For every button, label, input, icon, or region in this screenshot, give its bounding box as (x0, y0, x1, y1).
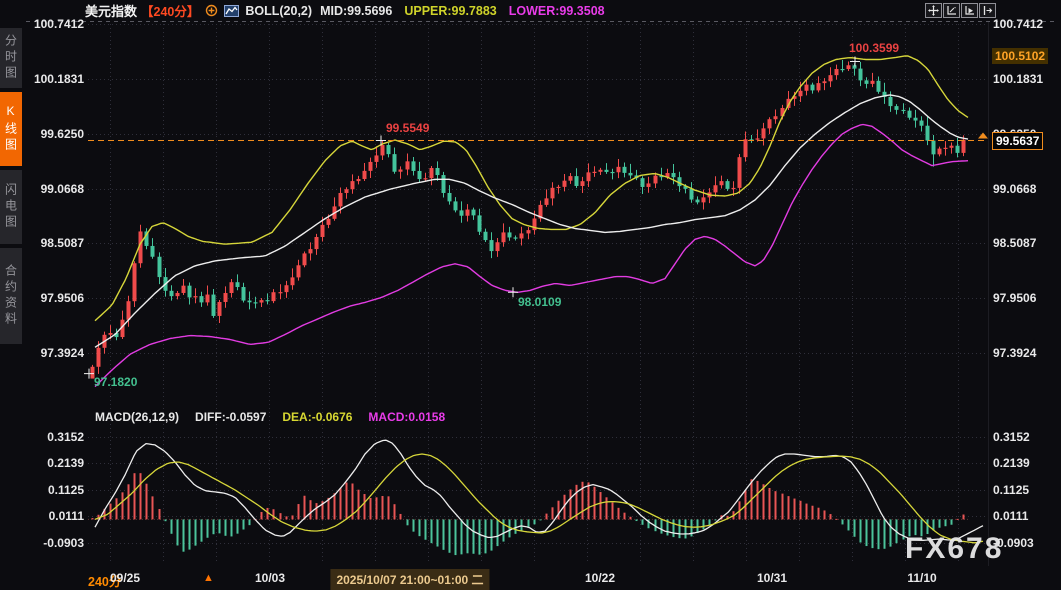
macd-hist-value: MACD:0.0158 (368, 410, 445, 424)
boll-lower-value: LOWER:99.3508 (509, 4, 605, 18)
axis-label: 100.1831 (993, 72, 1051, 86)
watermark-logo: FX678 (905, 532, 1003, 566)
highest-price-box: 100.5102 (992, 48, 1048, 64)
axis-label: 97.9506 (993, 291, 1051, 305)
axis-label: 98.5087 (26, 236, 84, 250)
x-axis-date: 11/10 (907, 571, 936, 585)
bottom-bar: 240分 ▲ 2025/10/07 21:00~01:00 二 09/2510/… (26, 568, 1061, 590)
selected-candle-time: 2025/10/07 21:00~01:00 二 (330, 569, 489, 590)
axis-label: 0.3152 (26, 430, 84, 444)
current-price-box: 99.5637 (992, 132, 1043, 150)
period-dropdown-icon[interactable]: ▲ (203, 572, 214, 584)
axis-label: 99.0668 (993, 182, 1051, 196)
sidebar-item-contract-info[interactable]: 合约资料 (0, 248, 22, 344)
axis-label: 0.0111 (26, 509, 84, 523)
axis-label: 99.6250 (26, 127, 84, 141)
axis-label: 97.3924 (26, 346, 84, 360)
axis-label: 0.0111 (993, 509, 1051, 523)
scale-play-icon[interactable] (961, 3, 978, 18)
axis-label: 97.9506 (26, 291, 84, 305)
x-axis-date: 10/03 (255, 571, 285, 585)
axis-label: 97.3924 (993, 346, 1051, 360)
pan-right-icon[interactable] (979, 3, 996, 18)
sidebar: 分时图 K线图 闪电图 合约资料 (0, 0, 22, 590)
axis-label: 99.0668 (26, 182, 84, 196)
macd-dea-value: DEA:-0.0676 (282, 410, 352, 424)
x-axis-date: 10/22 (585, 571, 615, 585)
price-annotation: 99.5549 (386, 121, 429, 135)
sidebar-item-lightning-chart[interactable]: 闪电图 (0, 170, 22, 244)
axis-label: 98.5087 (993, 236, 1051, 250)
axis-label: 0.2139 (26, 456, 84, 470)
price-annotation: 97.1820 (94, 375, 137, 389)
crosshair-move-icon[interactable] (925, 3, 942, 18)
price-annotation: 98.0109 (518, 295, 561, 309)
axis-label: 0.1125 (26, 483, 84, 497)
chart-thumbnail-icon[interactable] (224, 5, 239, 17)
boll-indicator-label: BOLL(20,2) (245, 4, 312, 18)
scale-axis-icon[interactable] (943, 3, 960, 18)
symbol-title: 美元指数 (85, 1, 137, 20)
period-tag: 【240分】 (141, 1, 199, 20)
macd-name: MACD(26,12,9) (95, 410, 179, 424)
axis-label: 0.3152 (993, 430, 1051, 444)
macd-indicator-bar: MACD(26,12,9) DIFF:-0.0597 DEA:-0.0676 M… (95, 410, 445, 424)
axis-label: -0.0903 (26, 536, 84, 550)
trading-app-window: 美元指数 【240分】 BOLL(20,2) MID:99.5696 UPPER… (0, 0, 1061, 590)
boll-upper-value: UPPER:99.7883 (404, 4, 496, 18)
add-circle-icon[interactable] (205, 4, 218, 17)
axis-label: 0.1125 (993, 483, 1051, 497)
x-axis-date: 09/25 (110, 571, 140, 585)
price-annotation: 100.3599 (849, 41, 899, 55)
sidebar-item-time-chart[interactable]: 分时图 (0, 28, 22, 88)
boll-mid-value: MID:99.5696 (320, 4, 392, 18)
sidebar-item-kline-chart[interactable]: K线图 (0, 92, 22, 166)
axis-label: 0.2139 (993, 456, 1051, 470)
x-axis-date: 10/31 (757, 571, 787, 585)
axis-label: 100.1831 (26, 72, 84, 86)
macd-diff-value: DIFF:-0.0597 (195, 410, 266, 424)
axis-label: -0.0903 (993, 536, 1051, 550)
top-bar: 美元指数 【240分】 BOLL(20,2) MID:99.5696 UPPER… (26, 0, 1061, 21)
